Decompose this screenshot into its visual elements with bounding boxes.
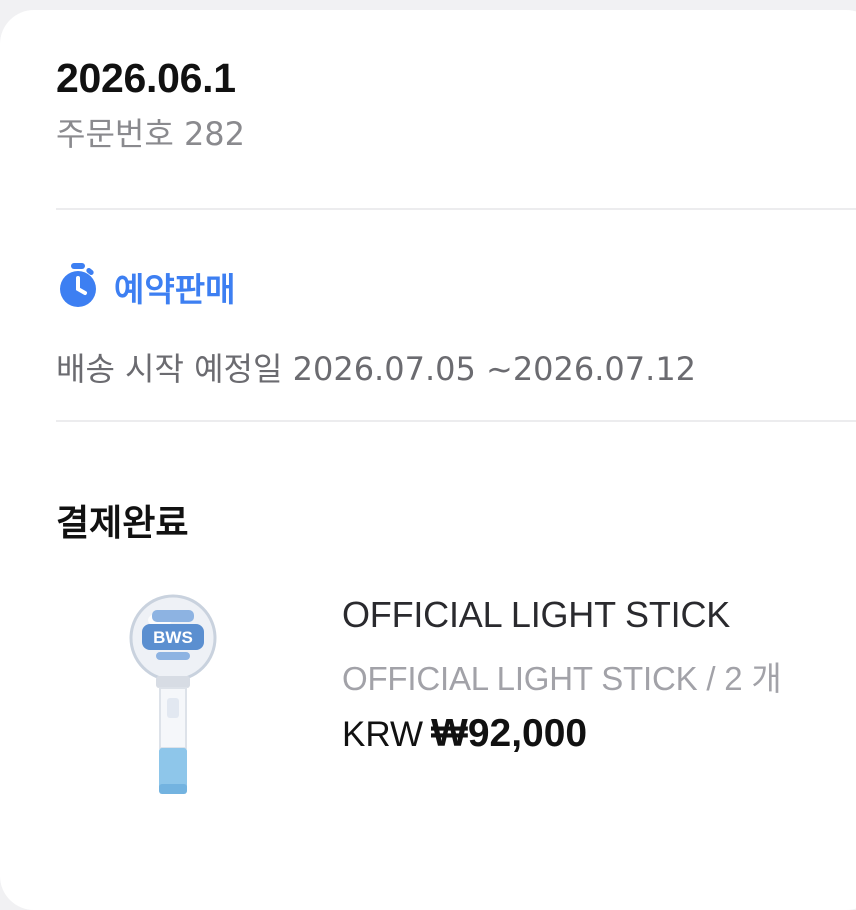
order-number-value: 282 xyxy=(183,115,246,153)
divider xyxy=(56,420,856,422)
shipping-schedule: 배송 시작 예정일 2026.07.05 ~2026.07.12 xyxy=(56,344,696,390)
price-currency: KRW xyxy=(342,715,424,754)
reservation-label: 예약판매 xyxy=(114,270,236,309)
redaction-blur xyxy=(270,54,470,182)
reservation-badge: 예약판매 xyxy=(56,262,235,312)
shipping-date-range: 2026.07.05 ~2026.07.12 xyxy=(292,350,697,388)
product-image[interactable]: BWS xyxy=(118,588,228,808)
stopwatch-icon xyxy=(56,262,100,312)
product-option: OFFICIAL LIGHT STICK / 2 개 xyxy=(342,660,782,697)
shipping-label: 배송 시작 예정일 xyxy=(56,350,283,388)
payment-status: 결제완료 xyxy=(56,503,189,544)
price-amount: ₩92,000 xyxy=(431,712,588,755)
divider xyxy=(56,208,856,210)
order-card: 2026.06.1 주문번호 282 예약판매 배송 시작 예정일 2026.0… xyxy=(0,10,856,910)
product-name[interactable]: OFFICIAL LIGHT STICK xyxy=(342,594,730,636)
product-logo-text: BWS xyxy=(153,628,193,647)
product-price: KRW ₩92,000 xyxy=(342,712,587,756)
order-number-label: 주문번호 xyxy=(56,115,174,153)
